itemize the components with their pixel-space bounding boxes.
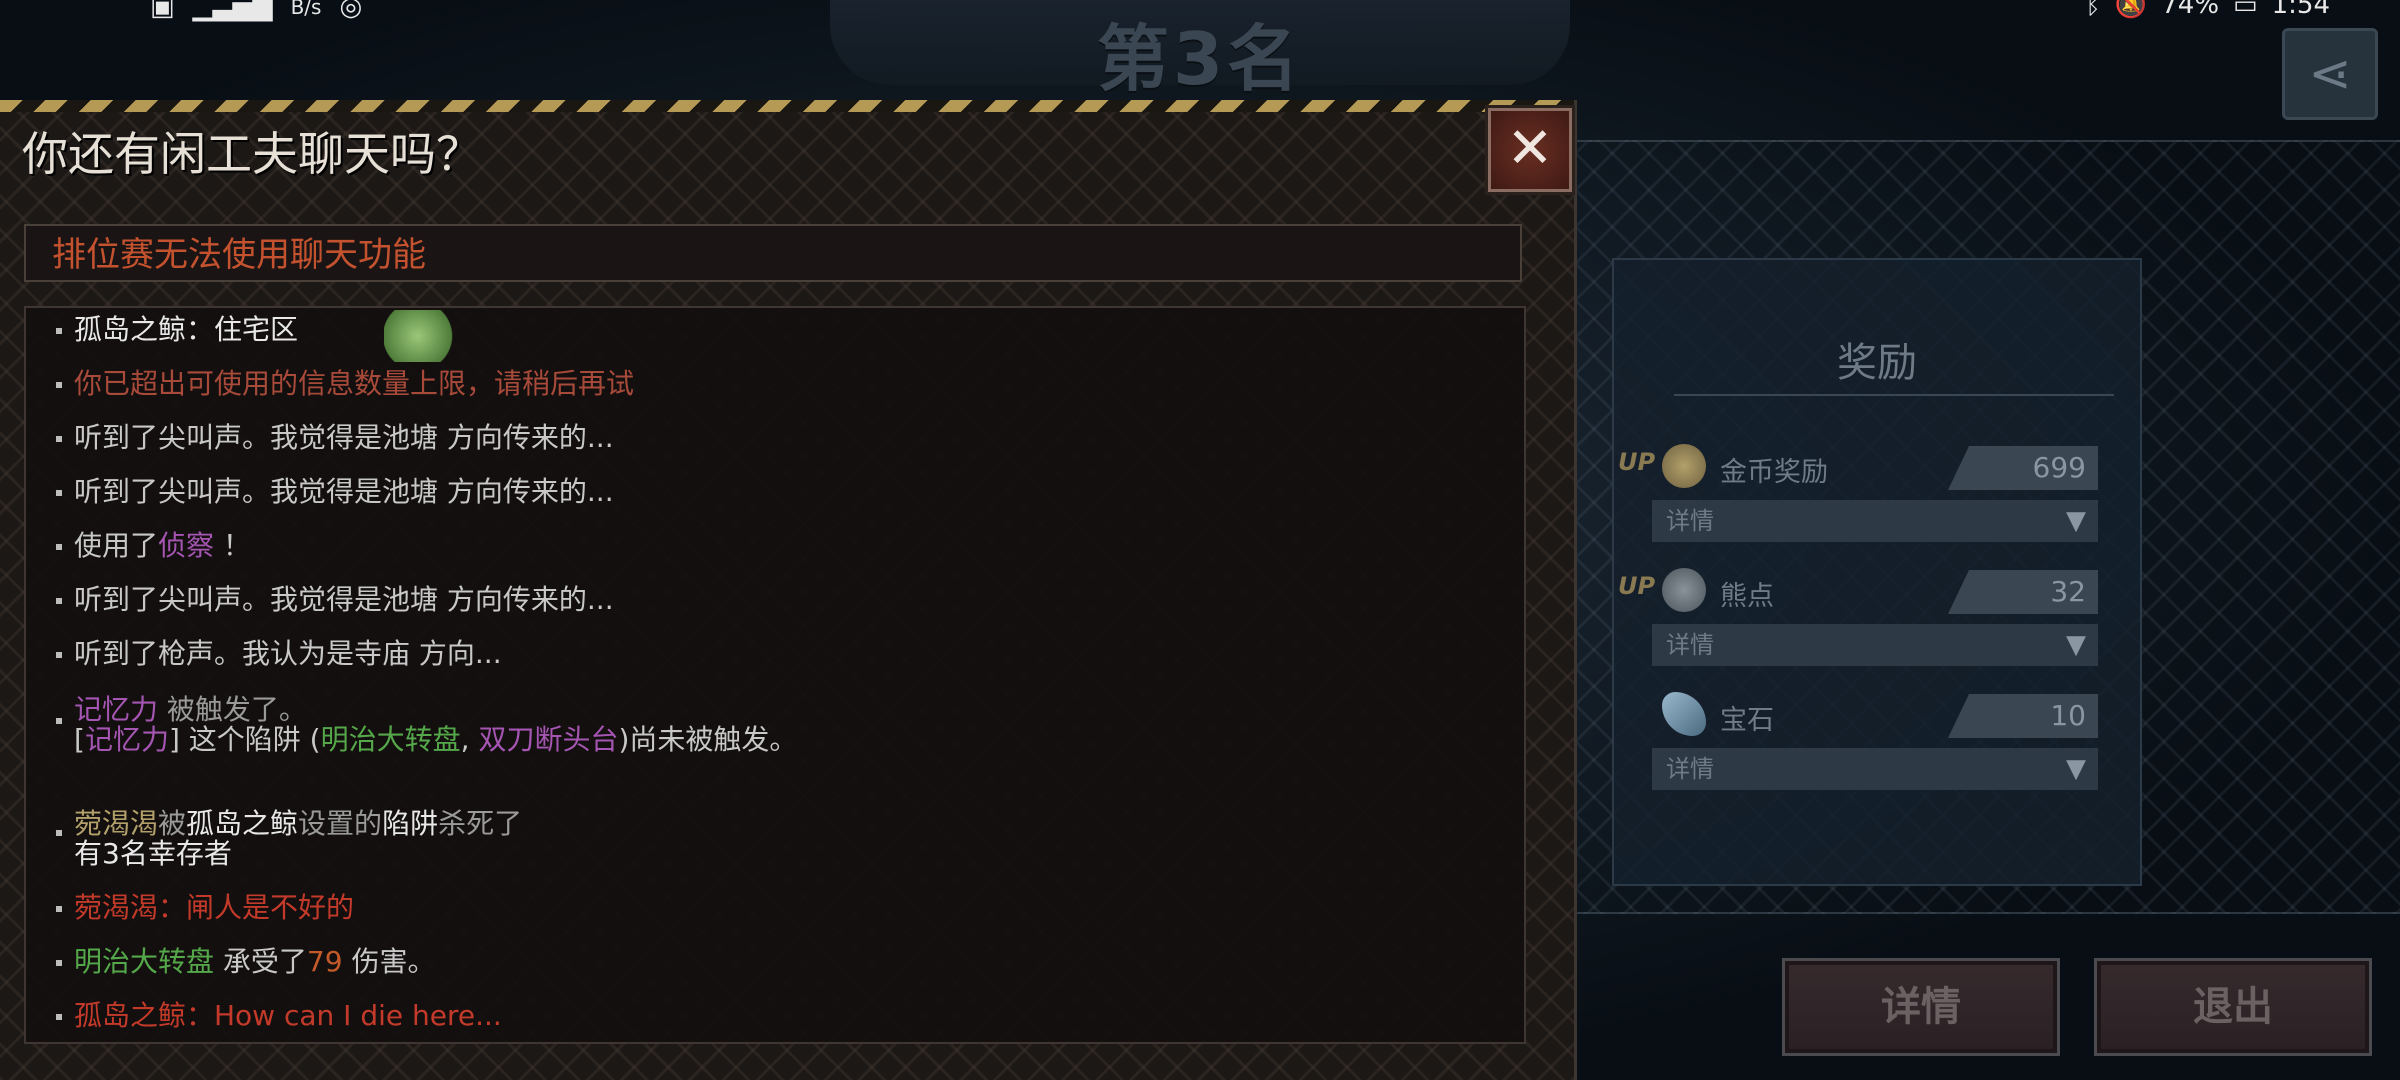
mute-icon: 🔕 bbox=[2114, 0, 2148, 20]
battery-icon: ▭ bbox=[2233, 0, 2258, 20]
close-icon: ✕ bbox=[1506, 116, 1554, 181]
chevron-down-icon: ▼ bbox=[2066, 754, 2086, 784]
bullet bbox=[56, 328, 62, 334]
bullet bbox=[56, 382, 62, 388]
coin-icon bbox=[1662, 444, 1706, 488]
reward-detail-dropdown[interactable]: 详情 ▼ bbox=[1652, 624, 2098, 666]
bullet bbox=[56, 436, 62, 442]
bullet bbox=[56, 906, 62, 912]
chevron-down-icon: ▼ bbox=[2066, 630, 2086, 660]
chat-log[interactable]: 孤岛之鲸：住宅区 你已超出可使用的信息数量上限，请稍后再试 听到了尖叫声。我觉得… bbox=[24, 306, 1526, 1044]
hotspot-icon: ◎ bbox=[339, 0, 363, 22]
chat-title: 你还有闲工夫聊天吗？ bbox=[22, 127, 482, 181]
close-button[interactable]: ✕ bbox=[1488, 108, 1572, 192]
exit-button[interactable]: 退出 bbox=[2094, 958, 2372, 1056]
reward-item-gold: UP 金币奖励 699 详情 ▼ bbox=[1614, 444, 2140, 564]
bullet bbox=[56, 960, 62, 966]
reward-label: 金币奖励 bbox=[1720, 457, 1828, 488]
bullet bbox=[56, 830, 62, 836]
chat-disabled-notice: 排位赛无法使用聊天功能 bbox=[24, 224, 1522, 282]
bluetooth-icon: ᛒ bbox=[2085, 0, 2101, 20]
reward-item-gem: 宝石 10 详情 ▼ bbox=[1614, 692, 2140, 812]
chat-message: 你已超出可使用的信息数量上限，请稍后再试 bbox=[74, 367, 635, 400]
reward-detail-dropdown[interactable]: 详情 ▼ bbox=[1652, 748, 2098, 790]
hazard-stripe bbox=[0, 100, 1574, 112]
chat-message: 明治大转盘 承受了79 伤害。 bbox=[74, 945, 436, 978]
reward-title: 奖励 bbox=[1837, 340, 1917, 386]
details-button[interactable]: 详情 bbox=[1782, 958, 2060, 1056]
share-icon: ⋖ bbox=[2308, 44, 2352, 104]
bullet bbox=[56, 1014, 62, 1020]
bullet bbox=[56, 718, 62, 724]
chat-message: 使用了侦察 ！ bbox=[74, 529, 251, 562]
chat-message: 听到了尖叫声。我觉得是池塘 方向传来的... bbox=[74, 475, 614, 508]
bullet bbox=[56, 652, 62, 658]
chat-message: 菀渴渴：闸人是不好的 bbox=[74, 891, 355, 924]
reward-label: 宝石 bbox=[1720, 705, 1774, 736]
bullet bbox=[56, 490, 62, 496]
signal-icon: ▁▃▅▇ bbox=[192, 0, 273, 22]
rank-title: 第3名 bbox=[1096, 17, 1304, 101]
gem-icon bbox=[1662, 692, 1706, 736]
net-speed: B/s bbox=[290, 0, 322, 19]
reward-panel: 奖励 UP 金币奖励 699 详情 ▼ UP 熊点 32 详情 ▼ 宝石 10 … bbox=[1612, 258, 2142, 886]
up-badge: UP bbox=[1618, 572, 1656, 600]
bullet bbox=[56, 598, 62, 604]
reward-label: 熊点 bbox=[1720, 581, 1774, 612]
reward-value: 32 bbox=[1948, 570, 2098, 614]
share-button[interactable]: ⋖ bbox=[2282, 28, 2378, 120]
reward-value: 699 bbox=[1948, 446, 2098, 490]
chevron-down-icon: ▼ bbox=[2066, 506, 2086, 536]
detail-label: 详情 bbox=[1666, 755, 1714, 783]
reward-detail-dropdown[interactable]: 详情 ▼ bbox=[1652, 500, 2098, 542]
chat-message: 孤岛之鲸：住宅区 bbox=[74, 308, 468, 362]
bullet bbox=[56, 544, 62, 550]
detail-label: 详情 bbox=[1666, 507, 1714, 535]
up-badge: UP bbox=[1618, 448, 1656, 476]
clock: 1:54 bbox=[2271, 0, 2330, 20]
chat-message: 听到了枪声。我认为是寺庙 方向... bbox=[74, 637, 502, 670]
reward-value: 10 bbox=[1948, 694, 2098, 738]
chat-message: 孤岛之鲸：How can I die here... bbox=[74, 999, 502, 1032]
sim-icon: ▣ bbox=[150, 0, 175, 22]
detail-label: 详情 bbox=[1666, 631, 1714, 659]
reward-divider bbox=[1674, 394, 2114, 396]
chat-message: [记忆力] 这个陷阱 (明治大转盘, 双刀断头台)尚未被触发。 bbox=[74, 723, 798, 756]
reward-item-bear-points: UP 熊点 32 详情 ▼ bbox=[1614, 568, 2140, 688]
chat-message: 听到了尖叫声。我觉得是池塘 方向传来的... bbox=[74, 583, 614, 616]
avatar-icon bbox=[384, 310, 468, 362]
chat-message: 有3名幸存者 bbox=[74, 837, 232, 870]
battery-percent: 74% bbox=[2161, 0, 2220, 20]
chat-modal: 你还有闲工夫聊天吗？ ✕ 排位赛无法使用聊天功能 孤岛之鲸：住宅区 你已超出可使… bbox=[0, 100, 1577, 1080]
bear-paw-icon bbox=[1662, 568, 1706, 612]
chat-message: 听到了尖叫声。我觉得是池塘 方向传来的... bbox=[74, 421, 614, 454]
